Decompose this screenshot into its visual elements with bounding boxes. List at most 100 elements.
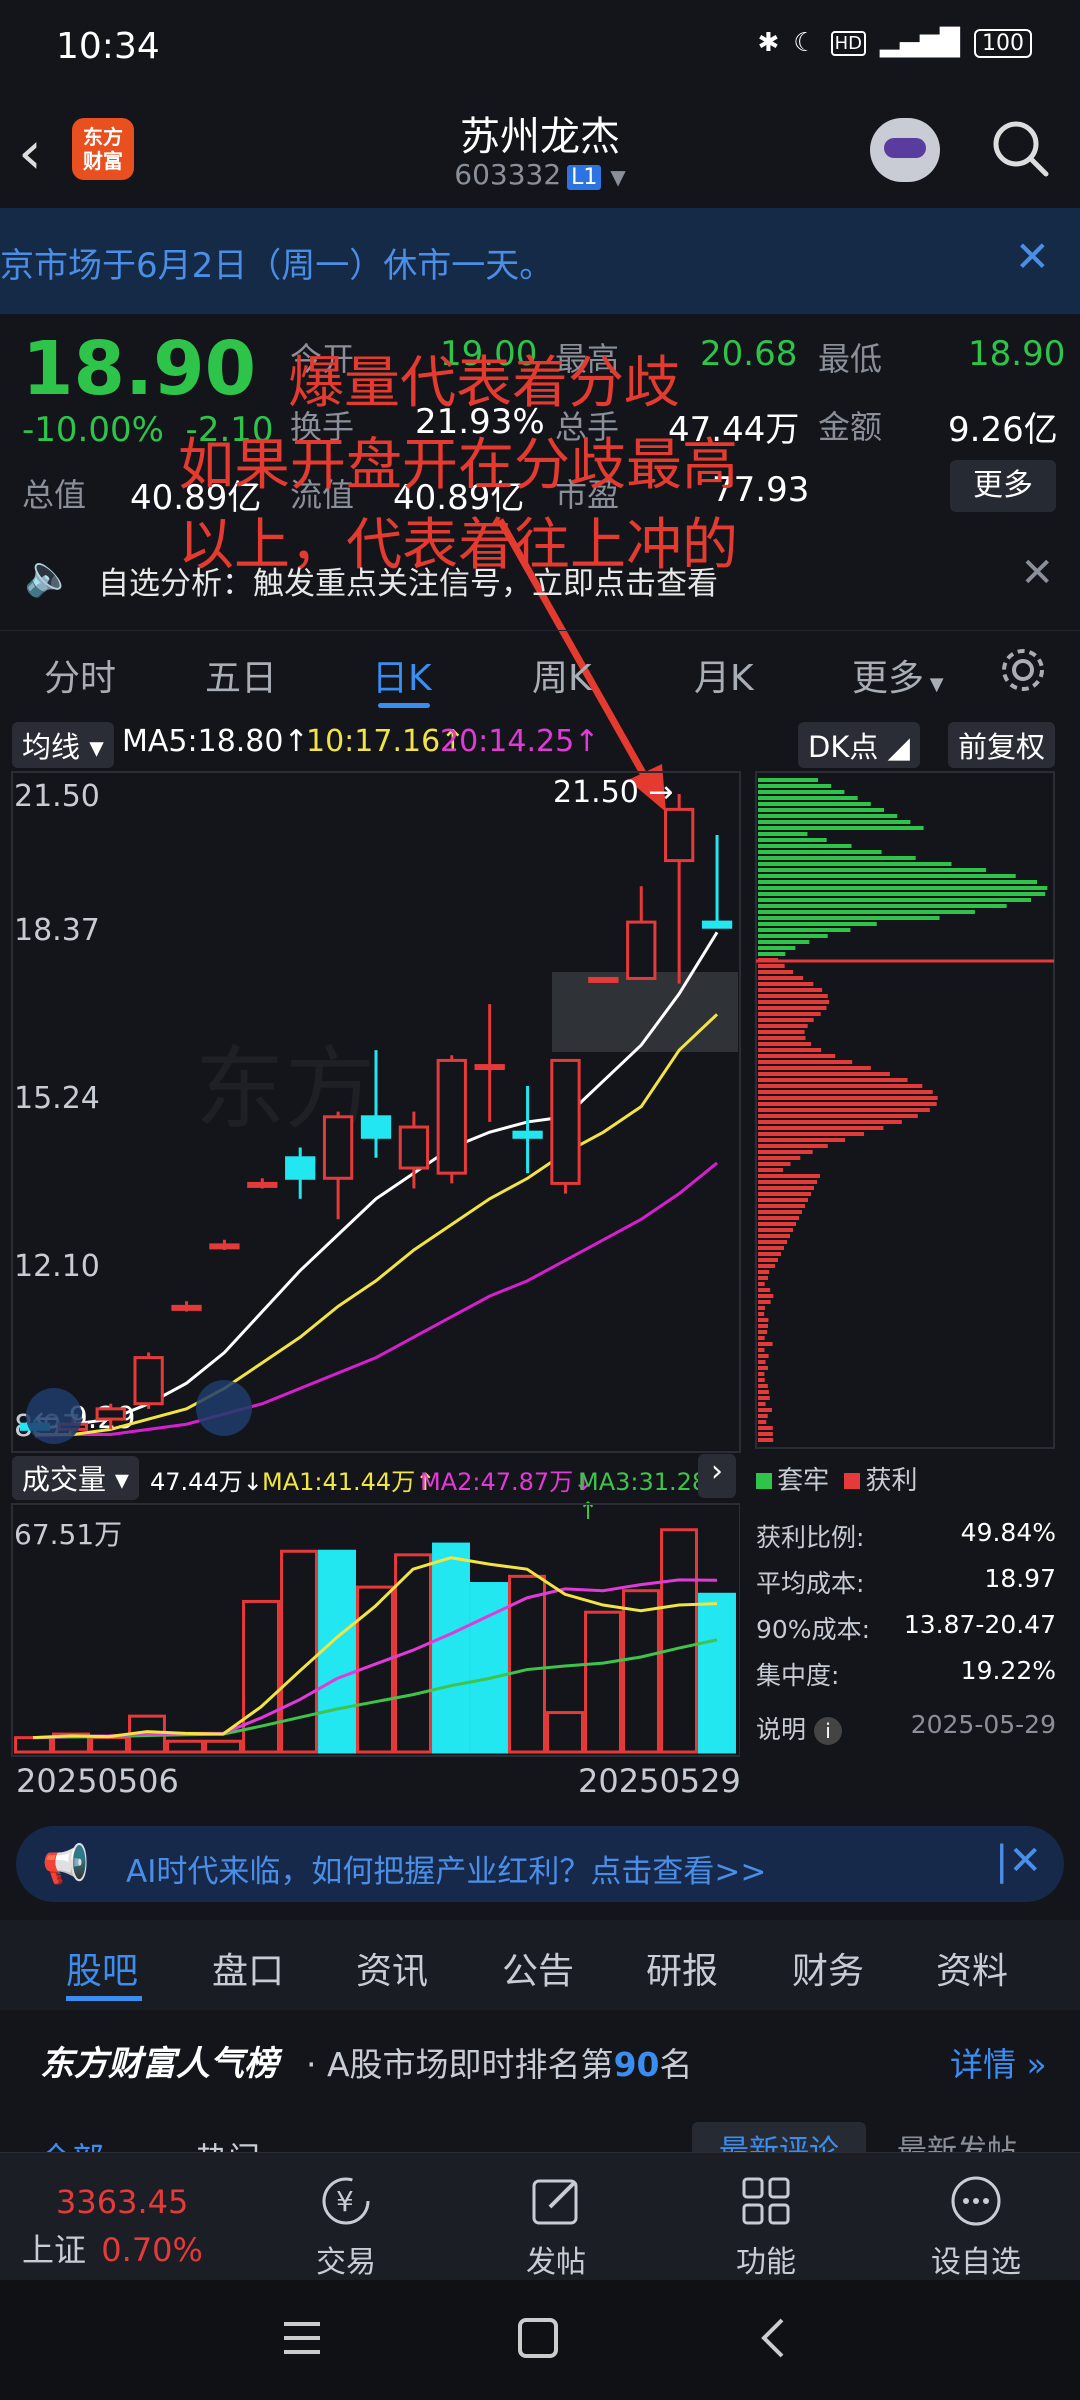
chip-bar-profit (758, 1054, 835, 1058)
home-icon[interactable] (516, 2316, 560, 2360)
alert-text: 自选分析：触发重点关注信号，立即点击查看 (98, 558, 718, 603)
chip-bar-profit (758, 970, 793, 974)
kline-chart-area[interactable]: 东方 21.50 18.37 15.24 12.10 8.97 21.50 → … (0, 768, 1080, 1468)
chip-bar-trapped (758, 892, 1045, 896)
explain-link[interactable]: 说明 i (756, 1710, 842, 1756)
kline-candles (21, 794, 730, 1434)
tab-news[interactable]: 资讯 (356, 1942, 428, 1994)
chip-bar-trapped (758, 898, 1031, 902)
chip-legend: 套牢 获利 (756, 1460, 1056, 1497)
volume-chart-area[interactable]: 67.51万 (0, 1500, 740, 1780)
tab-daily-k[interactable]: 日K (372, 649, 432, 701)
tab-pankou[interactable]: 盘口 (212, 1942, 284, 1994)
menu-icon[interactable] (280, 2316, 324, 2360)
volume-bar (320, 1551, 355, 1752)
chip-bar-profit (758, 1396, 770, 1400)
tab-announcements[interactable]: 公告 (502, 1942, 574, 1994)
y-tick-3: 15.24 (14, 1081, 100, 1116)
expand-icon[interactable] (196, 1380, 252, 1436)
low-value: 18.90 (968, 334, 1065, 374)
volume-bar (548, 1713, 583, 1752)
chip-bar-trapped (758, 916, 940, 920)
chip-bar-trapped (758, 778, 818, 782)
sort-latest-comment[interactable]: 最新评论 (692, 2122, 866, 2152)
detail-link[interactable]: 详情 » (950, 2038, 1047, 2086)
volume-bar (624, 1591, 659, 1752)
popularity-text-a: · A股市场即时排名第 (306, 2045, 614, 2084)
drag-handle-icon[interactable] (26, 1388, 82, 1444)
candle-body (400, 1127, 427, 1168)
more-quote-button[interactable]: 更多 (950, 460, 1056, 512)
change-pct: -10.00% (22, 410, 164, 450)
sort-latest-post[interactable]: 最新发帖 (870, 2122, 1044, 2152)
adjust-select[interactable]: 前复权 (948, 722, 1055, 768)
volume-bar (662, 1530, 697, 1752)
popularity-row[interactable]: 东方财富人气榜 · A股市场即时排名第90名 详情 » (0, 2012, 1080, 2102)
stat-label: 获利比例: (756, 1518, 864, 1564)
index-ticker[interactable]: 3363.45 上证 0.70% (22, 2183, 252, 2271)
chip-bar-trapped (758, 940, 809, 944)
market-notice-banner[interactable]: 京市场于6月2日（周一）休市一天。 ✕ (0, 208, 1080, 314)
edit-icon (528, 2173, 584, 2229)
tab-profile[interactable]: 资料 (936, 1942, 1008, 1994)
volume-indicator-select[interactable]: 成交量 ▾ (12, 1456, 139, 1500)
battery-icon: 100 (974, 29, 1032, 58)
high-value: 20.68 (700, 334, 797, 374)
tab-monthly-k[interactable]: 月K (694, 649, 754, 701)
feed-tab-all[interactable]: 全部 (40, 2134, 104, 2152)
nav-functions[interactable]: 功能 (696, 2173, 836, 2281)
nav-add-watchlist[interactable]: 设自选 (906, 2173, 1046, 2281)
robot-assistant-icon[interactable] (870, 118, 940, 182)
popularity-text-b: 名 (660, 2045, 693, 2084)
close-icon[interactable]: ✕ (1020, 550, 1054, 596)
tab-weekly-k[interactable]: 周K (532, 649, 592, 701)
app-logo: 东方 财富 (72, 118, 134, 180)
ma10-text: 10:17.16 (306, 724, 440, 759)
volume-bar (168, 1741, 203, 1752)
chevron-right-icon[interactable]: › (698, 1454, 736, 1498)
tab-guba[interactable]: 股吧 (66, 1942, 138, 1994)
tab-five-day[interactable]: 五日 (205, 649, 277, 701)
chip-bar-profit (758, 1060, 852, 1064)
index-change: 0.70% (101, 2231, 203, 2269)
chip-bar-profit (758, 1348, 764, 1352)
tab-finance[interactable]: 财务 (792, 1942, 864, 1994)
chip-bar-profit (758, 1096, 938, 1100)
close-icon[interactable]: ✕ (1015, 232, 1050, 281)
nav-post[interactable]: 发帖 (486, 2173, 626, 2281)
ma-type-select[interactable]: 均线 ▾ (12, 722, 114, 768)
tab-more-label: 更多 (852, 658, 924, 699)
tab-research[interactable]: 研报 (646, 1942, 718, 1994)
chip-bar-profit (758, 1354, 769, 1358)
tab-more[interactable]: 更多 ▼ (852, 649, 944, 701)
search-icon[interactable] (990, 118, 1050, 178)
gear-icon[interactable] (998, 645, 1048, 695)
back-arrow-icon[interactable]: ‹ (18, 118, 42, 188)
chip-bar-trapped (758, 802, 871, 806)
close-icon[interactable]: |✕ (995, 1838, 1042, 1884)
status-icons: ✱ ☾ HD ▂▄▆█ 100 (758, 28, 1033, 58)
volume-current-text: 47.44万 (150, 1468, 243, 1496)
chip-bar-trapped (758, 874, 1016, 878)
chip-bar-profit (758, 1012, 821, 1016)
dk-point-select[interactable]: DK点 ◢ (798, 722, 920, 768)
chip-bar-profit (758, 1330, 767, 1334)
chip-bar-profit (758, 1414, 768, 1418)
volume-bar (16, 1738, 51, 1752)
analysis-alert-bar[interactable]: 🔈 自选分析：触发重点关注信号，立即点击查看 ✕ (0, 540, 1080, 616)
chip-bar-profit (758, 1090, 933, 1094)
svg-text:¥: ¥ (336, 2185, 354, 2218)
ma-type-label: 均线 (22, 730, 80, 764)
nav-trade[interactable]: ¥ 交易 (276, 2173, 416, 2281)
candle-body (97, 1409, 124, 1419)
volume-bar (434, 1544, 469, 1752)
x-axis-start-date: 20250506 (16, 1762, 179, 1800)
ad-banner[interactable]: 📢 AI时代来临，如何把握产业红利？点击查看>> |✕ (16, 1826, 1064, 1902)
tab-intraday[interactable]: 分时 (44, 649, 116, 701)
system-navigation-bar (0, 2280, 1080, 2400)
back-icon[interactable] (752, 2316, 796, 2360)
volume-ma1-text: MA1:41.44万 (262, 1468, 415, 1496)
feed-tab-hot[interactable]: 热门 (196, 2134, 260, 2152)
y-tick-4: 12.10 (14, 1249, 100, 1284)
notice-text: 京市场于6月2日（周一）休市一天。 (0, 238, 553, 287)
